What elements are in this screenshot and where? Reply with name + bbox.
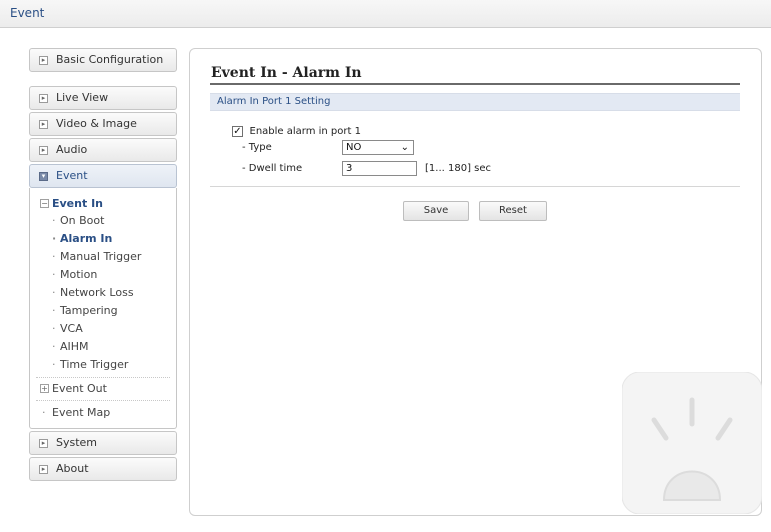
submenu-manual-trigger[interactable]: Manual Trigger	[30, 248, 176, 266]
submenu-divider	[36, 400, 170, 401]
expand-box-icon: ▸	[39, 146, 48, 155]
siren-icon	[622, 372, 762, 514]
sidebar-item-label: Audio	[56, 143, 88, 156]
submenu-label: Event In	[52, 197, 103, 210]
submenu-time-trigger[interactable]: Time Trigger	[30, 356, 176, 374]
sidebar-item-label: Event	[56, 169, 88, 182]
dwell-time-range: [1... 180] sec	[425, 163, 492, 174]
submenu-motion[interactable]: Motion	[30, 266, 176, 284]
submenu-event-out[interactable]: + Event Out	[30, 381, 176, 397]
expand-box-icon: ▸	[39, 439, 48, 448]
type-label: - Type	[242, 142, 272, 153]
submenu-on-boot[interactable]: On Boot	[30, 212, 176, 230]
expand-plus-icon: +	[40, 384, 49, 393]
dwell-time-input[interactable]: 3	[342, 161, 417, 176]
expand-box-icon: ▸	[39, 94, 48, 103]
top-bar-title: Event	[10, 6, 45, 20]
submenu-network-loss[interactable]: Network Loss	[30, 284, 176, 302]
sidebar-item-label: Basic Configuration	[56, 53, 164, 66]
sidebar-item-live-view[interactable]: ▸ Live View	[29, 86, 177, 110]
sidebar-item-event[interactable]: ▾ Event	[29, 164, 177, 188]
submenu-label: Event Out	[52, 382, 107, 395]
sidebar-item-label: System	[56, 436, 98, 449]
collapse-minus-icon: −	[40, 199, 49, 208]
save-button[interactable]: Save	[403, 201, 469, 221]
sidebar-item-label: Video & Image	[56, 117, 137, 130]
sidebar-item-about[interactable]: ▸ About	[29, 457, 177, 481]
type-select[interactable]: NO ⌄	[342, 140, 414, 155]
sidebar: ▸ Basic Configuration ▸ Live View ▸ Vide…	[29, 48, 177, 483]
expand-box-icon: ▸	[39, 465, 48, 474]
submenu-vca[interactable]: VCA	[30, 320, 176, 338]
enable-alarm-row: ✓ Enable alarm in port 1	[232, 124, 361, 138]
enable-alarm-label: Enable alarm in port 1	[249, 125, 361, 137]
event-submenu: − Event In On Boot Alarm In Manual Trigg…	[29, 188, 177, 429]
dwell-time-label: - Dwell time	[242, 163, 303, 174]
sidebar-item-system[interactable]: ▸ System	[29, 431, 177, 455]
chevron-down-icon: ⌄	[400, 142, 409, 153]
expanded-box-icon: ▾	[39, 172, 48, 181]
top-bar: Event	[0, 0, 771, 28]
title-divider	[210, 83, 740, 85]
submenu-divider	[36, 377, 170, 378]
sidebar-item-basic-configuration[interactable]: ▸ Basic Configuration	[29, 48, 177, 72]
expand-box-icon: ▸	[39, 56, 48, 65]
submenu-tampering[interactable]: Tampering	[30, 302, 176, 320]
sidebar-item-audio[interactable]: ▸ Audio	[29, 138, 177, 162]
section-header: Alarm In Port 1 Setting	[210, 93, 740, 111]
submenu-aihm[interactable]: AIHM	[30, 338, 176, 356]
sidebar-item-label: Live View	[56, 91, 109, 104]
expand-box-icon: ▸	[39, 120, 48, 129]
submenu-event-in[interactable]: − Event In	[30, 196, 176, 212]
sidebar-item-video-image[interactable]: ▸ Video & Image	[29, 112, 177, 136]
submenu-event-map[interactable]: Event Map	[30, 404, 176, 422]
page-title: Event In - Alarm In	[211, 65, 362, 81]
reset-button[interactable]: Reset	[479, 201, 547, 221]
type-select-value: NO	[346, 142, 362, 153]
submenu-alarm-in[interactable]: Alarm In	[30, 230, 176, 248]
section-title: Alarm In Port 1 Setting	[217, 96, 331, 107]
form-divider	[210, 186, 740, 187]
enable-alarm-checkbox[interactable]: ✓	[232, 125, 243, 137]
sidebar-item-label: About	[56, 462, 89, 475]
